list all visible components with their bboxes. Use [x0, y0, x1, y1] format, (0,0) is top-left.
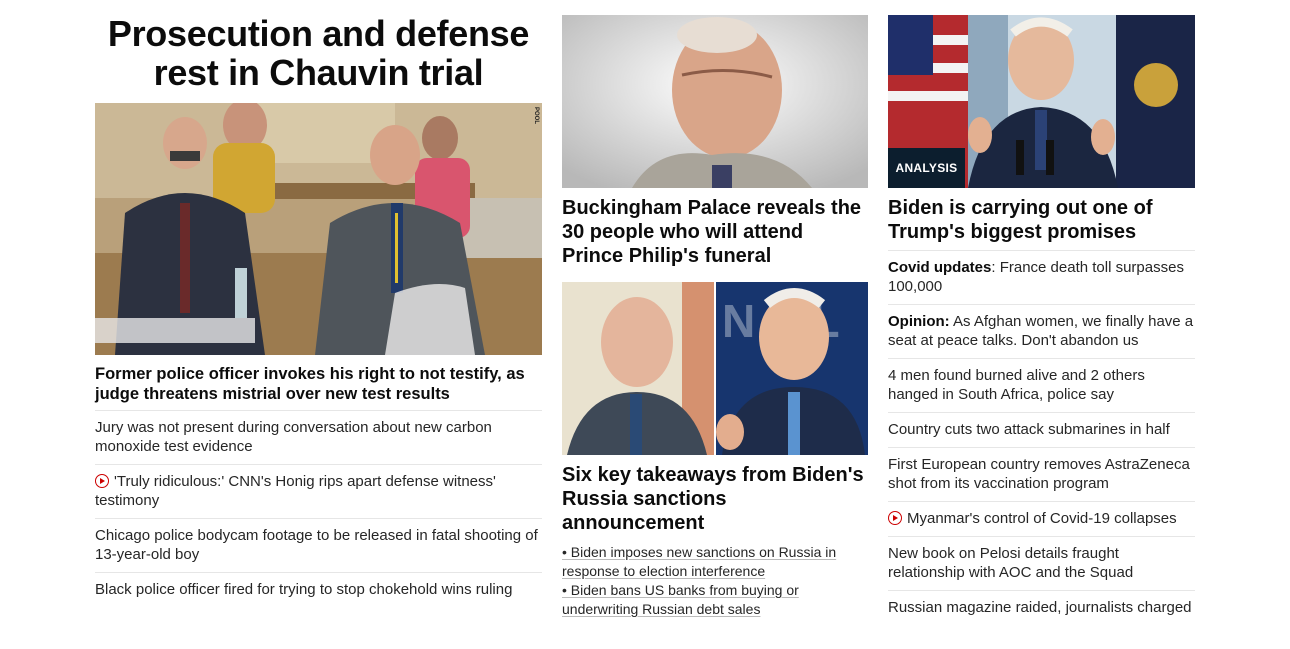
sublink-election-interference[interactable]: • Biden imposes new sanctions on Russia … [562, 543, 868, 581]
biden-story-column: ANALYSIS Biden is carrying out one of Tr… [888, 0, 1195, 625]
list-item[interactable]: Russian magazine raided, journalists cha… [888, 590, 1195, 625]
sanctions-sublinks: • Biden imposes new sanctions on Russia … [562, 543, 868, 619]
biden-headline[interactable]: Biden is carrying out one of Trump's big… [888, 196, 1195, 244]
chauvin-related-list: Jury was not present during conversation… [95, 410, 542, 607]
list-item-text: 4 men found burned alive and 2 others ha… [888, 367, 1145, 403]
philip-funeral-headline[interactable]: Buckingham Palace reveals the 30 people … [562, 196, 868, 268]
list-item[interactable]: New book on Pelosi details fraught relat… [888, 536, 1195, 590]
list-item-text: Country cuts two attack submarines in ha… [888, 421, 1170, 438]
putin-biden-photo[interactable]: N E L [562, 282, 868, 455]
sublink-russian-debt[interactable]: • Biden bans US banks from buying or und… [562, 581, 868, 619]
list-item[interactable]: First European country removes AstraZene… [888, 447, 1195, 501]
list-item[interactable]: Jury was not present during conversation… [95, 410, 542, 464]
list-item-text: First European country removes AstraZene… [888, 456, 1190, 492]
list-item[interactable]: 4 men found burned alive and 2 others ha… [888, 358, 1195, 412]
photo-credit: POOL [533, 107, 539, 125]
chauvin-headline[interactable]: Former police officer invokes his right … [95, 364, 542, 404]
biden-speech-photo[interactable]: ANALYSIS [888, 15, 1195, 188]
list-item-prefix: Opinion: [888, 313, 950, 330]
middle-column: Buckingham Palace reveals the 30 people … [562, 0, 868, 619]
list-item[interactable]: Chicago police bodycam footage to be rel… [95, 518, 542, 572]
play-video-icon [888, 511, 902, 525]
analysis-badge: ANALYSIS [888, 148, 965, 188]
list-item-text: Myanmar's control of Covid-19 collapses [907, 510, 1177, 527]
prince-philip-photo[interactable] [562, 15, 868, 188]
list-item[interactable]: 'Truly ridiculous:' CNN's Honig rips apa… [95, 464, 542, 518]
list-item-text: Jury was not present during conversation… [95, 419, 492, 455]
list-item-text: Black police officer fired for trying to… [95, 581, 513, 598]
list-item-text: 'Truly ridiculous:' CNN's Honig rips apa… [95, 473, 496, 509]
list-item[interactable]: Black police officer fired for trying to… [95, 572, 542, 607]
top-stories-list: Covid updates: France death toll surpass… [888, 250, 1195, 625]
list-item-text: Russian magazine raided, journalists cha… [888, 599, 1192, 616]
banner-headline[interactable]: Prosecution and defense rest in Chauvin … [95, 14, 542, 92]
courtroom-photo[interactable]: POOL [95, 103, 542, 355]
list-item[interactable]: Country cuts two attack submarines in ha… [888, 412, 1195, 447]
list-item[interactable]: Myanmar's control of Covid-19 collapses [888, 501, 1195, 536]
list-item-text: Chicago police bodycam footage to be rel… [95, 527, 538, 563]
chauvin-story-column: Prosecution and defense rest in Chauvin … [95, 0, 542, 607]
list-item[interactable]: Opinion: As Afghan women, we finally hav… [888, 304, 1195, 358]
play-video-icon [95, 474, 109, 488]
list-item-text: New book on Pelosi details fraught relat… [888, 545, 1134, 581]
list-item[interactable]: Covid updates: France death toll surpass… [888, 250, 1195, 304]
list-item-prefix: Covid updates [888, 259, 992, 276]
russia-sanctions-headline[interactable]: Six key takeaways from Biden's Russia sa… [562, 463, 868, 535]
